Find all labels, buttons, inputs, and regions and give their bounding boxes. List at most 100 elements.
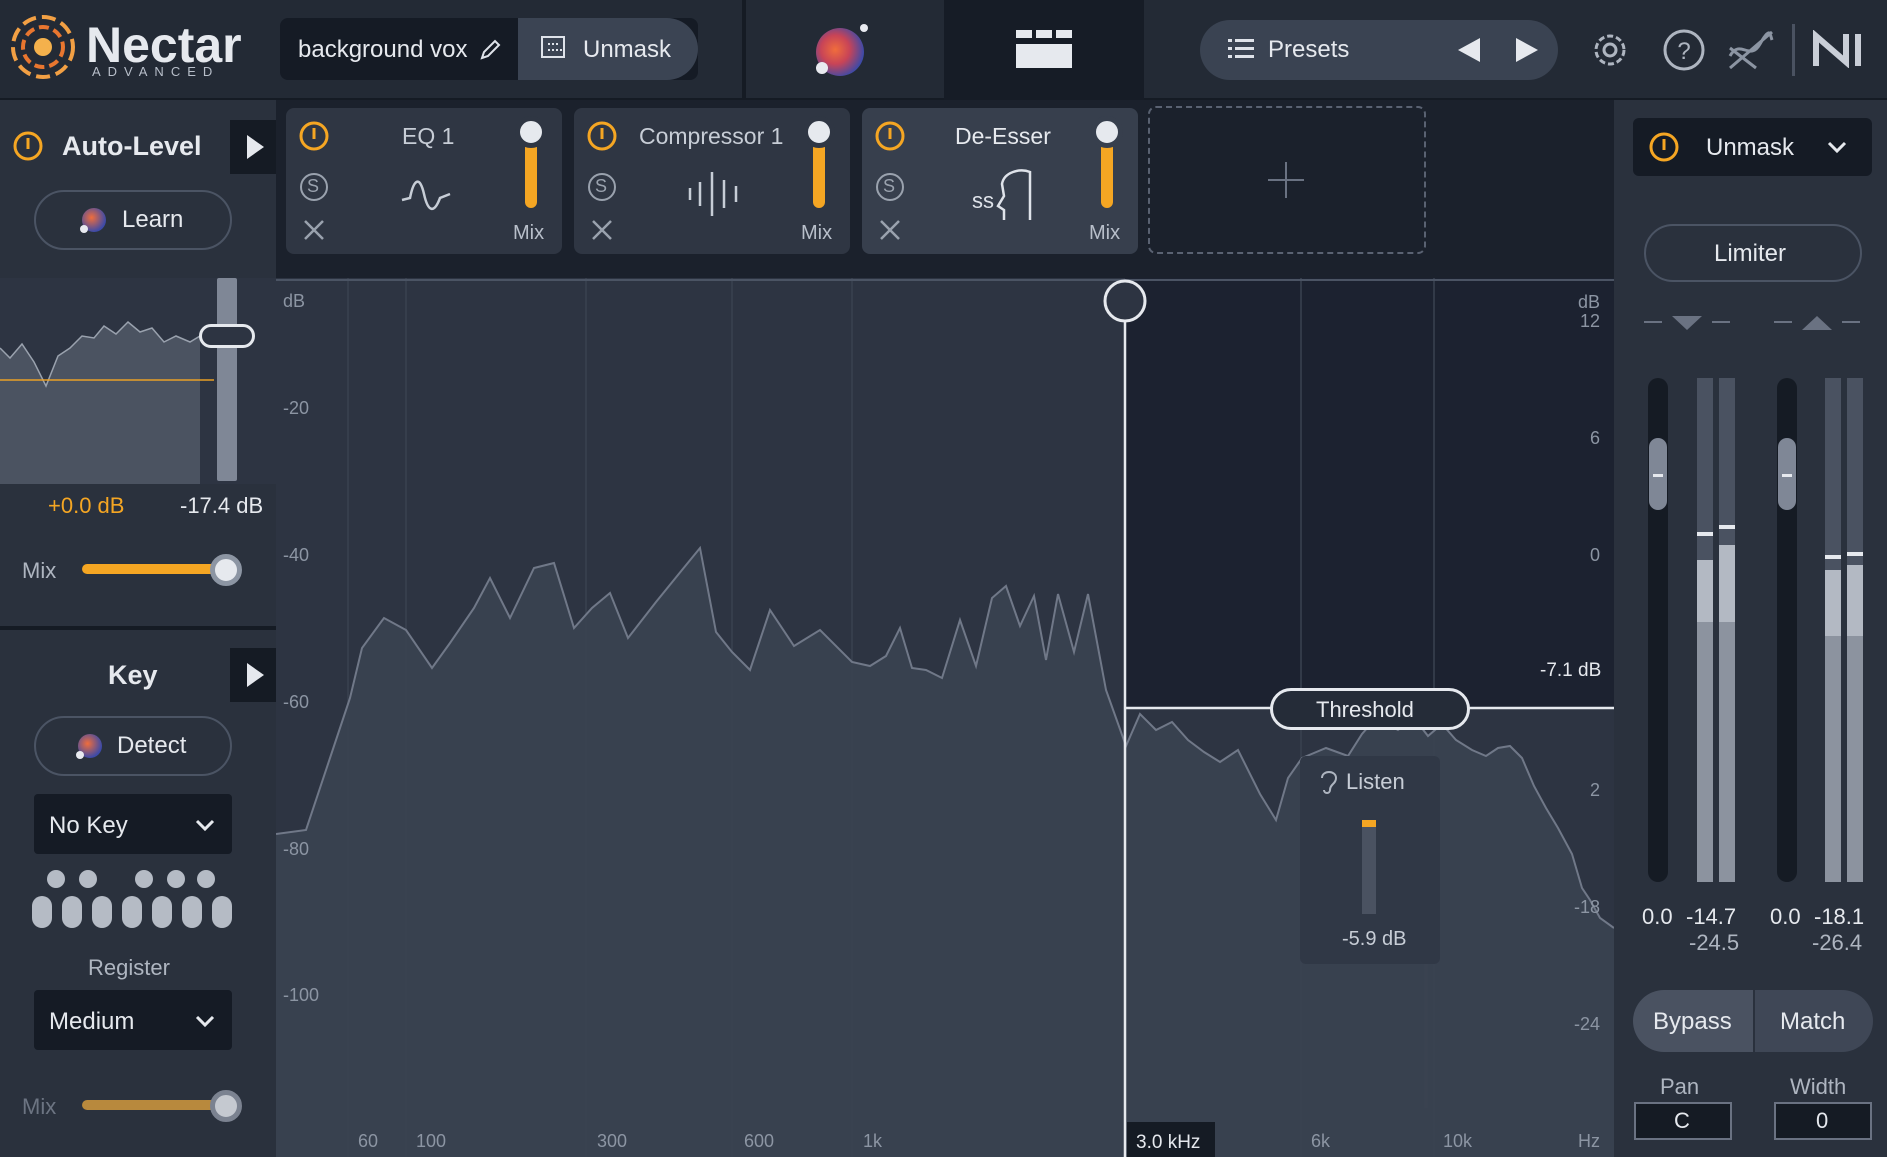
auto-level-target-fader[interactable] bbox=[217, 278, 237, 481]
left-tick-label: -80 bbox=[283, 839, 310, 859]
freq-tick-label: Hz bbox=[1578, 1131, 1600, 1151]
freq-tick-label: 600 bbox=[744, 1131, 775, 1151]
compressor1-mix-knob[interactable] bbox=[803, 116, 835, 148]
compressor1-remove-icon[interactable] bbox=[590, 218, 614, 242]
input-gain-handle-line bbox=[1653, 474, 1663, 477]
next-preset-icon[interactable] bbox=[1514, 36, 1540, 64]
pan-label: Pan bbox=[1660, 1074, 1700, 1099]
input-meter-right-rms bbox=[1719, 622, 1735, 882]
width-value: 0 bbox=[1816, 1108, 1829, 1133]
header-divider bbox=[742, 0, 746, 100]
de-esser-title: De-Esser bbox=[955, 123, 1051, 149]
learn-label: Learn bbox=[122, 206, 184, 233]
compressor1-power-icon[interactable] bbox=[586, 120, 618, 152]
right-tick-label: 12 bbox=[1580, 311, 1601, 331]
edit-pencil-icon[interactable] bbox=[478, 38, 502, 62]
eq1-remove-icon[interactable] bbox=[302, 218, 326, 242]
ni-logo-icon[interactable] bbox=[1812, 29, 1868, 69]
auto-level-target-value: -17.4 dB bbox=[180, 493, 264, 518]
register-label: Register bbox=[88, 955, 170, 980]
svg-text:?: ? bbox=[1677, 38, 1690, 65]
de-esser-mix-label: Mix bbox=[1089, 222, 1121, 244]
key-dropdown-value: No Key bbox=[49, 812, 128, 839]
freq-tick-label: 100 bbox=[416, 1131, 447, 1151]
de-esser-solo-label: S bbox=[883, 176, 896, 196]
learn-orb-icon bbox=[78, 205, 108, 235]
piano-keys-display bbox=[30, 868, 236, 930]
unmask-icon bbox=[540, 34, 570, 62]
left-panel-divider bbox=[0, 626, 276, 630]
gear-icon[interactable] bbox=[1588, 28, 1632, 72]
detect-label: Detect bbox=[117, 732, 187, 759]
output-rms-value: -26.4 bbox=[1812, 930, 1863, 955]
crossover-freq-label: 3.0 kHz bbox=[1136, 1132, 1201, 1153]
limiter-label: Limiter bbox=[1714, 240, 1787, 267]
freq-tick-label: 6k bbox=[1311, 1131, 1331, 1151]
input-meter-left-peak bbox=[1697, 532, 1713, 536]
compressor-waveform-icon bbox=[686, 170, 742, 218]
auto-level-title: Auto-Level bbox=[62, 131, 202, 161]
left-tick-label: -60 bbox=[283, 692, 310, 712]
output-gain-handle-line bbox=[1782, 474, 1792, 477]
eq1-title: EQ 1 bbox=[402, 123, 455, 149]
auto-level-target-handle[interactable] bbox=[199, 324, 255, 348]
nectar-logo-icon bbox=[10, 14, 76, 80]
eq-curve-icon bbox=[400, 168, 456, 218]
input-level-value: -14.7 bbox=[1686, 904, 1737, 929]
de-esser-remove-icon[interactable] bbox=[878, 218, 902, 242]
right-tick-label: -24 bbox=[1574, 1014, 1601, 1034]
auto-level-mix-fill bbox=[82, 564, 222, 574]
previous-preset-icon[interactable] bbox=[1456, 36, 1482, 64]
visual-mixer-orb-icon[interactable] bbox=[810, 20, 876, 80]
unmask-header-label: Unmask bbox=[583, 36, 672, 63]
width-label: Width bbox=[1790, 1074, 1847, 1099]
compressor1-solo-label: S bbox=[595, 176, 608, 196]
listen-value: -5.9 dB bbox=[1342, 928, 1407, 950]
output-peak-value: 0.0 bbox=[1770, 904, 1801, 929]
unmask-power-icon[interactable] bbox=[1648, 131, 1680, 163]
grid-view-icon bbox=[1016, 28, 1072, 70]
input-gain-marker-icon bbox=[1642, 312, 1732, 334]
help-icon[interactable]: ? bbox=[1662, 28, 1706, 72]
svg-text:ss: ss bbox=[972, 188, 994, 213]
de-esser-power-icon[interactable] bbox=[874, 120, 906, 152]
de-esser-mix-knob[interactable] bbox=[1091, 116, 1123, 148]
spectrum-left-unit: dB bbox=[283, 291, 306, 311]
register-chevron-down-icon bbox=[195, 1014, 215, 1028]
output-meter-left-rms bbox=[1825, 636, 1841, 882]
eq1-power-icon[interactable] bbox=[298, 120, 330, 152]
left-tick-label: -100 bbox=[283, 985, 320, 1005]
compressor1-mix-label: Mix bbox=[801, 222, 833, 244]
freq-tick-label: 1k bbox=[863, 1131, 883, 1151]
play-icon bbox=[245, 134, 265, 160]
unmask-chevron-down-icon bbox=[1827, 140, 1847, 154]
right-tick-label: 6 bbox=[1590, 428, 1601, 448]
right-tick-label: -18 bbox=[1574, 897, 1601, 917]
left-tick-label: -20 bbox=[283, 398, 310, 418]
listen-meter-peak bbox=[1362, 820, 1376, 827]
app-edition: ADVANCED bbox=[92, 64, 220, 79]
chevron-down-icon bbox=[195, 818, 215, 832]
signal-flow-icon[interactable] bbox=[1726, 28, 1776, 72]
key-title: Key bbox=[108, 660, 158, 690]
compressor1-title: Compressor 1 bbox=[639, 123, 784, 149]
auto-level-power-icon[interactable] bbox=[12, 130, 44, 162]
register-dropdown-value: Medium bbox=[49, 1008, 135, 1035]
key-play-icon bbox=[245, 662, 265, 688]
auto-level-gain-value: +0.0 dB bbox=[48, 493, 125, 518]
eq1-mix-knob[interactable] bbox=[515, 116, 547, 148]
left-tick-label: -40 bbox=[283, 545, 310, 565]
key-mix-knob[interactable] bbox=[210, 1090, 242, 1122]
preset-name-label: background vox bbox=[298, 36, 468, 63]
listen-label: Listen bbox=[1346, 769, 1405, 794]
threshold-value-label: -7.1 dB bbox=[1540, 660, 1602, 681]
pan-value: C bbox=[1674, 1108, 1690, 1133]
listen-meter bbox=[1362, 820, 1376, 914]
auto-level-mix-knob[interactable] bbox=[210, 554, 242, 586]
list-icon bbox=[1228, 38, 1254, 60]
header-divider-right bbox=[1792, 24, 1795, 76]
spectrum-right-unit: dB bbox=[1578, 292, 1601, 312]
input-meter-left-rms bbox=[1697, 622, 1713, 882]
auto-level-mix-label: Mix bbox=[22, 558, 57, 583]
ear-icon bbox=[1318, 768, 1340, 794]
